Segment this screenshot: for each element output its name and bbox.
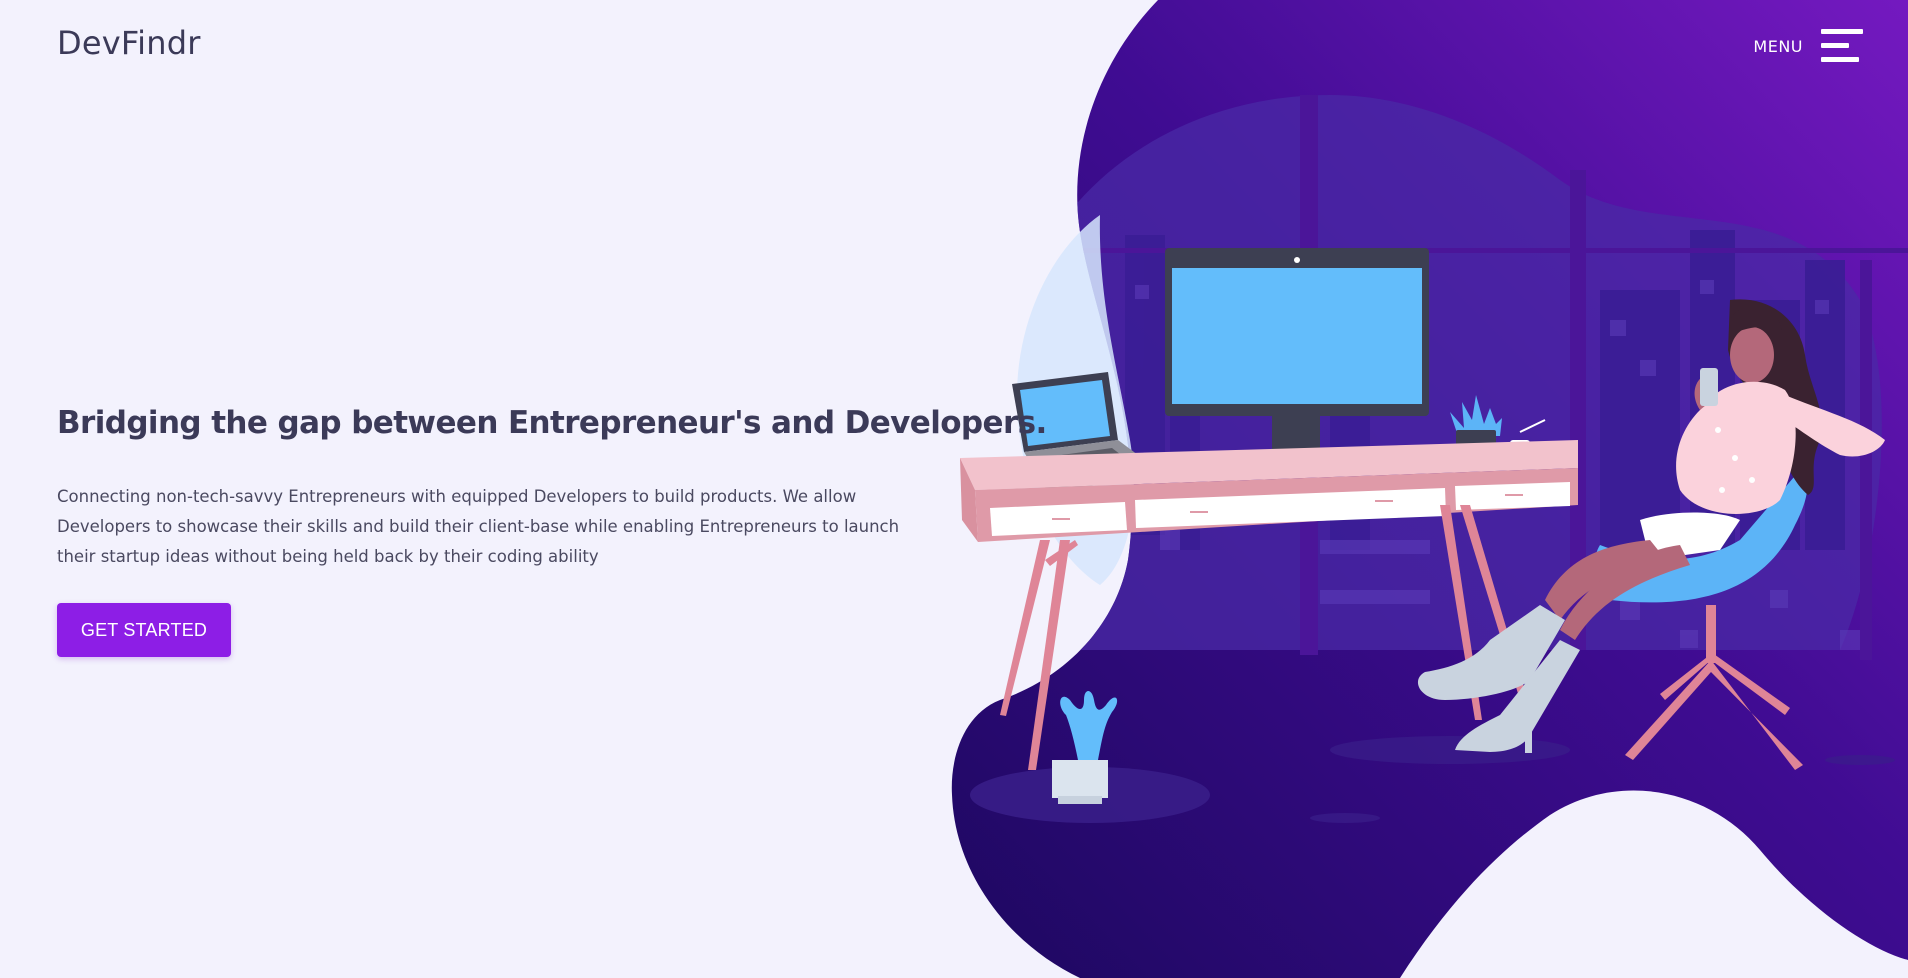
- hero-headline: Bridging the gap between Entrepreneur's …: [57, 405, 1047, 441]
- brand-logo[interactable]: DevFindr: [57, 24, 201, 62]
- hamburger-menu-icon[interactable]: [1821, 28, 1863, 64]
- menu-label: MENU: [1753, 36, 1803, 56]
- hero-description: Connecting non-tech-savvy Entrepreneurs …: [57, 487, 900, 566]
- get-started-button[interactable]: GET STARTED: [57, 603, 231, 657]
- landing-page: DevFindr MENU Bridging the gap between E…: [0, 0, 1908, 978]
- menu-button[interactable]: MENU: [1753, 28, 1863, 64]
